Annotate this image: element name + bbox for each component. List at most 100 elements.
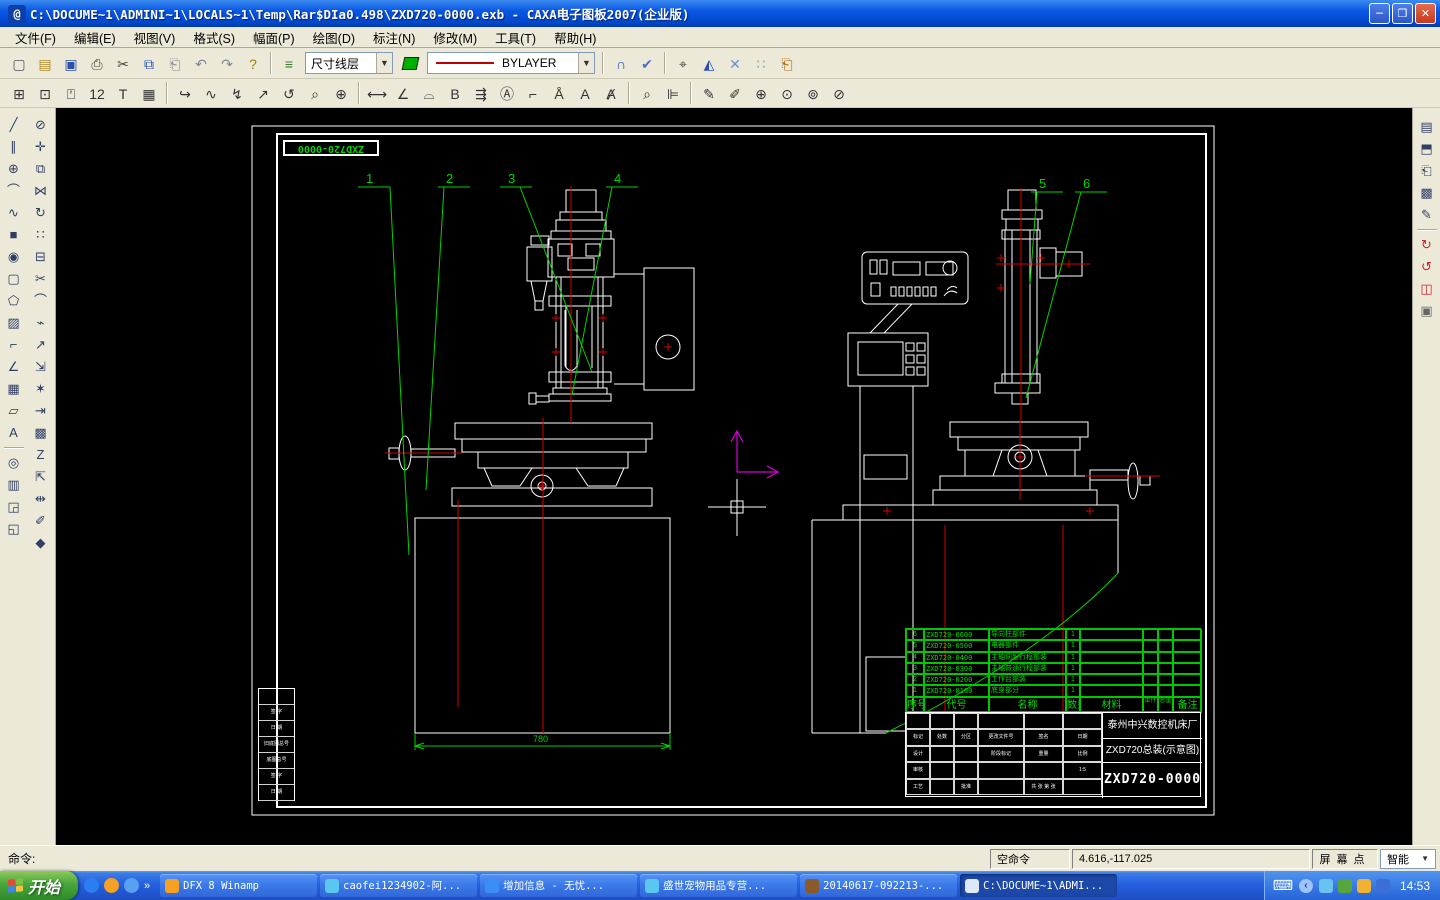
grid-hatch-icon[interactable]: ▦ bbox=[2, 378, 26, 400]
layer-move-icon[interactable]: Z bbox=[29, 444, 53, 466]
qq-tray-icon[interactable] bbox=[1357, 879, 1371, 893]
check-view-icon[interactable]: ⌕ bbox=[635, 82, 659, 105]
menu-item-5[interactable]: 绘图(D) bbox=[304, 26, 364, 49]
chain-dim-icon[interactable]: ⇶ bbox=[469, 82, 493, 105]
stretch-icon[interactable]: ⇲ bbox=[29, 356, 53, 378]
task-browser[interactable]: 增加信息 - 无忧... bbox=[480, 874, 637, 897]
mirror-icon[interactable]: ⋈ bbox=[29, 180, 53, 202]
block-ref-icon[interactable]: ◎ bbox=[2, 452, 26, 474]
menu-item-6[interactable]: 标注(N) bbox=[364, 26, 424, 49]
lightning-icon[interactable]: ↯ bbox=[225, 82, 249, 105]
redo-icon[interactable]: ↷ bbox=[215, 52, 239, 75]
save-file-icon[interactable]: ▣ bbox=[59, 52, 83, 75]
print-icon[interactable]: ⎙ bbox=[85, 52, 109, 75]
tolerance-dim-icon[interactable]: Ⓐ bbox=[495, 82, 519, 105]
zoom-dynamic-icon[interactable]: ◭ bbox=[697, 52, 721, 75]
circle-icon[interactable]: ⊕ bbox=[2, 158, 26, 180]
task-wangwang[interactable]: caofei1234902-阿... bbox=[320, 874, 477, 897]
trim-icon[interactable]: ✂ bbox=[29, 268, 53, 290]
section-view-icon[interactable]: ◫ bbox=[1415, 278, 1439, 300]
delete-sheet-icon[interactable]: ▤ bbox=[1415, 116, 1439, 138]
wave-curve-icon[interactable]: ∿ bbox=[199, 82, 223, 105]
match-prop-icon[interactable]: ◆ bbox=[29, 532, 53, 554]
ortho-mode-icon[interactable]: ∩ bbox=[609, 52, 633, 75]
table-style-icon[interactable]: ▦ bbox=[137, 82, 161, 105]
array-icon[interactable]: ∷ bbox=[29, 224, 53, 246]
move-icon[interactable]: ✛ bbox=[29, 136, 53, 158]
menu-item-2[interactable]: 视图(V) bbox=[125, 26, 185, 49]
leader-icon[interactable]: ↪ bbox=[173, 82, 197, 105]
prev-view-icon[interactable]: ⎗ bbox=[775, 52, 799, 75]
angle-dim-icon[interactable]: ∠ bbox=[391, 82, 415, 105]
dim-swap-icon[interactable]: Å bbox=[547, 82, 571, 105]
text-frame-icon[interactable]: ⍞ bbox=[59, 82, 83, 105]
close-button[interactable]: ✕ bbox=[1415, 3, 1436, 24]
sign-pen-icon[interactable]: ✐ bbox=[723, 82, 747, 105]
pan-view-icon[interactable]: ⌖ bbox=[671, 52, 695, 75]
rotate-ccw-icon[interactable]: ↺ bbox=[1415, 256, 1439, 278]
parallel-line-icon[interactable]: ∥ bbox=[2, 136, 26, 158]
rotate-icon[interactable]: ↻ bbox=[29, 202, 53, 224]
zoom-object-icon[interactable]: ✕ bbox=[723, 52, 747, 75]
layer-select[interactable]: 尺寸线层 ▼ bbox=[305, 52, 393, 74]
zoom-back-icon[interactable]: ⊘ bbox=[827, 82, 851, 105]
rectangle-icon[interactable]: ▢ bbox=[2, 268, 26, 290]
linetype-select[interactable]: BYLAYER ▼ bbox=[427, 52, 595, 74]
format-brush-icon[interactable]: ✐ bbox=[29, 510, 53, 532]
frame-fill-icon[interactable]: ⊞ bbox=[7, 82, 31, 105]
erase-icon[interactable]: ⊘ bbox=[29, 114, 53, 136]
wangwang-tray-icon[interactable] bbox=[1319, 879, 1333, 893]
target-point-icon[interactable]: ⊕ bbox=[329, 82, 353, 105]
pick-mode-label[interactable]: 屏幕点 bbox=[1312, 849, 1378, 869]
coord-dim-icon[interactable]: ⌐ bbox=[521, 82, 545, 105]
task-shop[interactable]: 盛世宠物用品专营... bbox=[640, 874, 797, 897]
restore-button[interactable]: ❐ bbox=[1392, 3, 1413, 24]
collapse-chevron-icon[interactable]: ‹ bbox=[1299, 879, 1313, 893]
messenger-quick-icon[interactable] bbox=[84, 878, 99, 893]
block-attr-icon[interactable]: ▥ bbox=[2, 474, 26, 496]
line-icon[interactable]: ╱ bbox=[2, 114, 26, 136]
snap-mode-select[interactable]: 智能 ▼ bbox=[1380, 849, 1436, 869]
copy-icon[interactable]: ⧉ bbox=[137, 52, 161, 75]
clip-icon[interactable]: ⊟ bbox=[29, 246, 53, 268]
text-style-icon[interactable]: T bbox=[111, 82, 135, 105]
quick-launch-more-icon[interactable]: » bbox=[144, 880, 150, 892]
undo-icon[interactable]: ↶ bbox=[189, 52, 213, 75]
help-icon[interactable]: ? bbox=[241, 52, 265, 75]
menu-item-1[interactable]: 编辑(E) bbox=[65, 26, 125, 49]
sketch-pen-icon[interactable]: ✎ bbox=[697, 82, 721, 105]
task-winamp[interactable]: DFX 8 Winamp bbox=[160, 874, 317, 897]
start-button[interactable]: 开始 bbox=[0, 871, 78, 900]
block-new-icon[interactable]: ▣ bbox=[1415, 300, 1439, 322]
frame-window-icon[interactable]: ⊡ bbox=[33, 82, 57, 105]
ime-keyboard-icon[interactable]: ⌨ bbox=[1273, 877, 1293, 894]
region-fill-icon[interactable]: ■ bbox=[2, 224, 26, 246]
view-3d-icon[interactable]: ⬒ bbox=[1415, 138, 1439, 160]
copy-object-icon[interactable]: ⧉ bbox=[29, 158, 53, 180]
menu-item-3[interactable]: 格式(S) bbox=[184, 26, 244, 49]
polyline-icon[interactable]: ∠ bbox=[2, 356, 26, 378]
dim-text-icon[interactable]: A bbox=[573, 82, 597, 105]
new-file-icon[interactable]: ▢ bbox=[7, 52, 31, 75]
spline-icon[interactable]: ∿ bbox=[2, 202, 26, 224]
dim-drag-icon[interactable]: ⇱ bbox=[29, 466, 53, 488]
dim-stretch-icon[interactable]: ⇹ bbox=[29, 488, 53, 510]
menu-item-9[interactable]: 帮助(H) bbox=[545, 26, 605, 49]
task-winrar[interactable]: 20140617-092213-... bbox=[800, 874, 957, 897]
cut-icon[interactable]: ✂ bbox=[111, 52, 135, 75]
dim-style-icon[interactable]: 12 bbox=[85, 82, 109, 105]
break-icon[interactable]: ⌁ bbox=[29, 312, 53, 334]
layers-icon[interactable]: ≡ bbox=[277, 52, 301, 75]
drawing-canvas[interactable]: 1 2 3 4 5 6 780 bbox=[56, 108, 1412, 845]
minimize-button[interactable]: ─ bbox=[1369, 3, 1390, 24]
dim-edit-icon[interactable]: Ⱥ bbox=[599, 82, 623, 105]
rotate-cw-icon[interactable]: ↻ bbox=[1415, 234, 1439, 256]
search-circle-icon[interactable]: ⌕ bbox=[303, 82, 327, 105]
extend-icon[interactable]: ↗ bbox=[29, 334, 53, 356]
pointer-arrow-icon[interactable]: ↗ bbox=[251, 82, 275, 105]
hatch-icon[interactable]: ▨ bbox=[2, 312, 26, 334]
loop-symbol-icon[interactable]: ↺ bbox=[277, 82, 301, 105]
network-tray-icon[interactable] bbox=[1376, 879, 1390, 893]
align-icon[interactable]: ⇥ bbox=[29, 400, 53, 422]
zoom-plus-icon[interactable]: ⊕ bbox=[749, 82, 773, 105]
